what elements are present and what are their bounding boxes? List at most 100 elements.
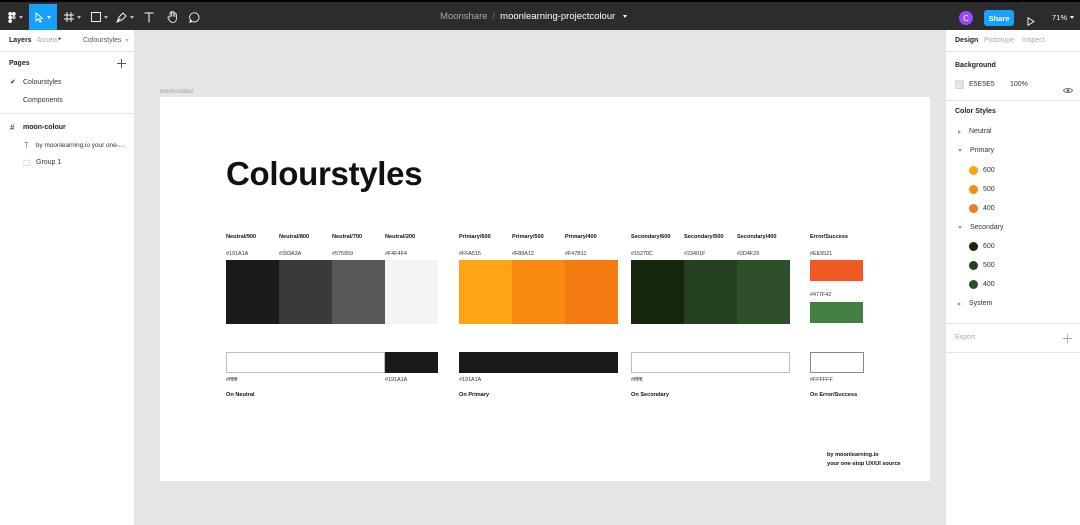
group-icon: ⬚ (23, 157, 31, 167)
style-item-label: 600 (983, 243, 995, 250)
swatch-secondary-500[interactable] (684, 260, 737, 324)
chevron-down-icon (18, 15, 23, 19)
rectangle-icon (90, 12, 101, 22)
background-hex-input[interactable]: E5E5E5 (969, 81, 995, 88)
tab-inspect[interactable]: Inspect (1022, 37, 1045, 44)
chevron-down-icon (76, 15, 81, 19)
on-hex: #FFFFFF (810, 377, 833, 383)
tab-design[interactable]: Design (955, 37, 978, 44)
project-name[interactable]: Moonshare (440, 11, 488, 22)
chevron-down-icon[interactable] (623, 15, 628, 18)
on-label: On Error/Success (810, 392, 858, 398)
present-button[interactable] (1027, 13, 1035, 31)
chevron-down-icon (124, 39, 129, 42)
divider (0, 113, 135, 114)
divider (0, 51, 135, 52)
shape-tool-button[interactable] (87, 4, 111, 30)
swatch-secondary-600[interactable] (631, 260, 684, 324)
style-item-label: 500 (983, 186, 995, 193)
export-title: Export (955, 334, 976, 341)
layer-frame-moon-colour[interactable]: # moon-colour (0, 120, 135, 134)
layer-text[interactable]: T by moonlearning.io your one-... (0, 138, 135, 152)
on-error-success-box[interactable] (810, 352, 864, 373)
style-item-primary-400[interactable]: 400 (969, 204, 995, 213)
swatch-primary-400[interactable] (565, 260, 618, 324)
visibility-toggle[interactable] (1063, 81, 1073, 99)
comment-tool-button[interactable] (184, 4, 204, 30)
style-item-secondary-400[interactable]: 400 (969, 280, 995, 289)
style-group-system[interactable]: System (958, 300, 992, 307)
chevron-down-icon (47, 15, 51, 19)
swatch-name: Secondary/400 (737, 234, 777, 240)
share-button[interactable]: Share (984, 10, 1014, 26)
color-style-dot (969, 166, 978, 175)
file-name[interactable]: moonlearning-projectcolour (500, 11, 615, 22)
move-tool-button[interactable] (29, 4, 57, 30)
style-group-primary[interactable]: Primary (958, 147, 994, 154)
hand-icon (167, 11, 177, 23)
swatch-neutral-700[interactable] (332, 260, 385, 324)
swatch-success[interactable] (810, 302, 863, 323)
text-tool-button[interactable] (140, 4, 158, 30)
add-export-icon[interactable] (1063, 334, 1072, 343)
artboard-moon-colour[interactable]: Colourstyles Neutral/900 Neutral/800 Neu… (160, 97, 930, 481)
file-title[interactable]: Moonshare / moonlearning-projectcolour (440, 11, 628, 22)
chevron-right-icon (958, 301, 961, 306)
swatch-name: Primary/400 (565, 234, 597, 240)
tab-assets-label: Assets (37, 37, 59, 44)
page-select[interactable]: Colourstyles (83, 37, 129, 44)
swatch-hex: #F47B11 (565, 251, 587, 257)
background-opacity-input[interactable]: 100% (1010, 81, 1028, 88)
user-avatar[interactable]: C (959, 11, 973, 25)
on-neutral-box[interactable] (226, 352, 385, 373)
swatch-name: Secondary/600 (631, 234, 671, 240)
layer-group-1[interactable]: ⬚ Group 1 (0, 155, 135, 169)
swatch-secondary-400[interactable] (737, 260, 790, 324)
swatch-neutral-900[interactable] (226, 260, 279, 324)
figma-logo-icon (7, 11, 16, 23)
left-panel-tabs: Layers Assets ● Colourstyles (9, 36, 129, 49)
zoom-dropdown[interactable]: 71% (1052, 13, 1075, 22)
style-group-secondary[interactable]: Secondary (958, 224, 1003, 231)
frame-icon: # (10, 122, 15, 132)
play-icon (1027, 16, 1035, 27)
swatch-neutral-800[interactable] (279, 260, 332, 324)
pen-tool-button[interactable] (113, 4, 137, 30)
main-menu-button[interactable] (4, 4, 26, 30)
background-title: Background (955, 62, 996, 69)
swatch-hex: #FFA515 (459, 251, 481, 257)
swatch-neutral-200[interactable] (385, 260, 438, 324)
on-secondary-box[interactable] (631, 352, 790, 373)
page-item-colourstyles[interactable]: ✔ Colourstyles (0, 75, 135, 89)
background-color-swatch[interactable] (955, 80, 964, 89)
style-item-secondary-600[interactable]: 600 (969, 242, 995, 251)
hand-tool-button[interactable] (162, 4, 182, 30)
swatch-name: Neutral/900 (226, 234, 257, 240)
swatch-primary-600[interactable] (459, 260, 512, 324)
page-item-components[interactable]: Components (0, 93, 135, 107)
add-page-icon[interactable] (117, 59, 126, 68)
on-label: On Neutral (226, 392, 255, 398)
cursor-icon (35, 11, 44, 23)
swatch-hex: #23401F (684, 251, 706, 257)
text-layer-icon: T (24, 140, 29, 150)
style-group-neutral[interactable]: Neutral (958, 128, 992, 135)
style-item-primary-500[interactable]: 500 (969, 185, 995, 194)
divider (946, 352, 1080, 353)
chevron-right-icon (958, 129, 961, 134)
tab-prototype[interactable]: Prototype (984, 37, 1014, 44)
swatch-error[interactable] (810, 260, 863, 281)
frame-tool-button[interactable] (60, 4, 84, 30)
page-item-label: Components (23, 96, 63, 104)
tab-layers[interactable]: Layers (9, 37, 32, 44)
tab-assets[interactable]: Assets ● (37, 36, 61, 44)
layer-label: by moonlearning.io your one-... (36, 141, 125, 149)
on-neutral-dark-box[interactable] (385, 352, 438, 373)
style-item-secondary-500[interactable]: 500 (969, 261, 995, 270)
style-item-primary-600[interactable]: 600 (969, 166, 995, 175)
swatch-primary-500[interactable] (512, 260, 565, 324)
frame-label[interactable]: moon-colour (160, 89, 193, 95)
swatch-hex: #EE5521 (810, 251, 833, 257)
eye-icon (1063, 88, 1073, 93)
on-primary-box[interactable] (459, 352, 618, 373)
